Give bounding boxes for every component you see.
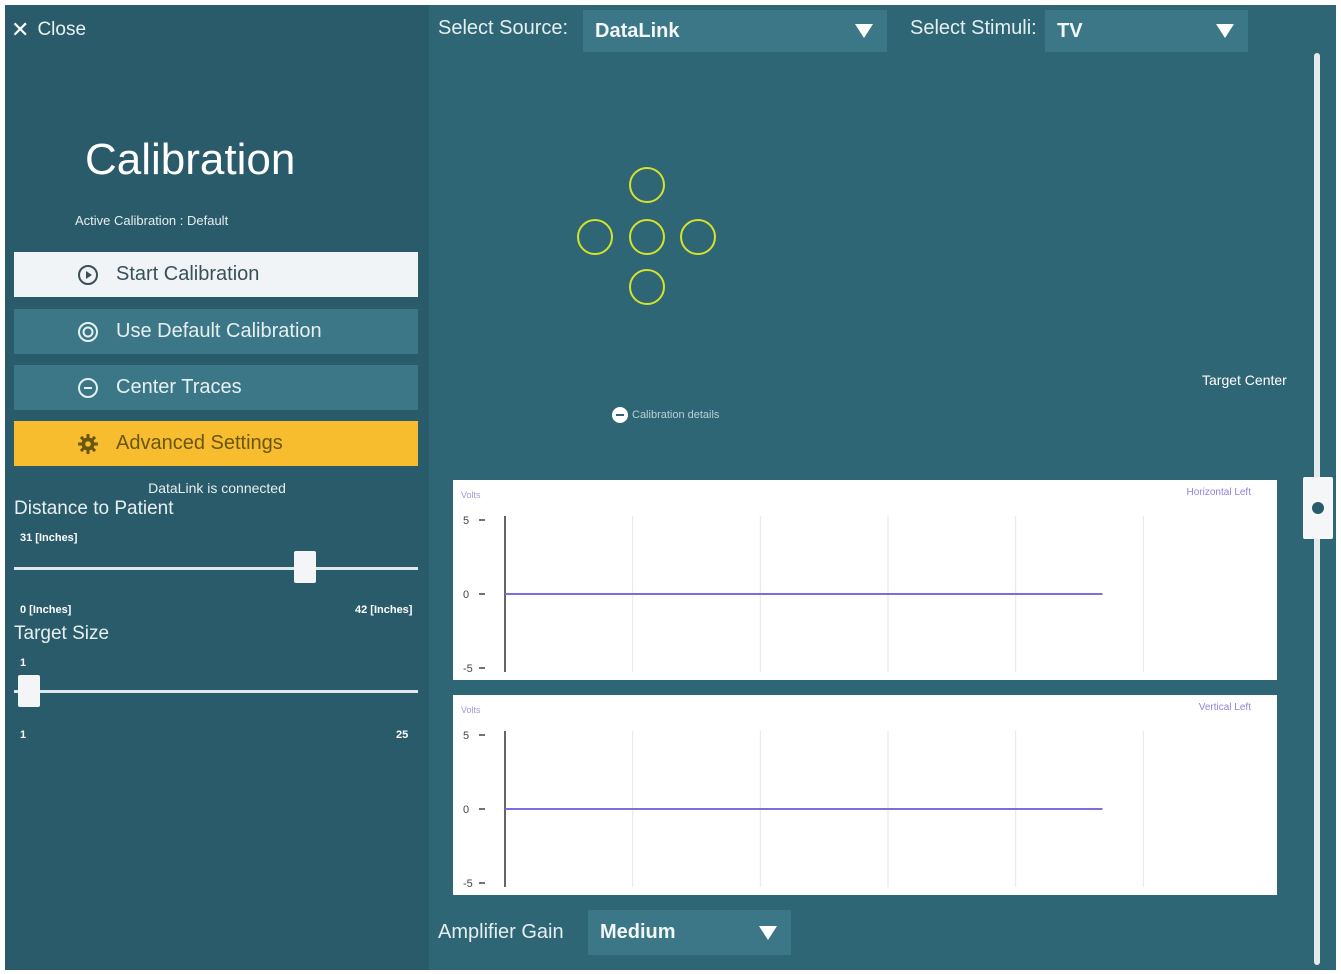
collapse-icon [612, 407, 628, 423]
calibration-panel: ✕ Close Calibration Active Calibration :… [5, 5, 429, 970]
select-stimuli-label: Select Stimuli: [910, 17, 1037, 39]
chart-units-label: Volts [461, 705, 481, 715]
target-center-label: Target Center [1202, 372, 1287, 388]
use-default-calibration-label: Use Default Calibration [116, 320, 322, 342]
horizontal-left-chart: 5 0 -5 Volts Horizontal Left [453, 480, 1277, 680]
amplifier-gain-label: Amplifier Gain [438, 921, 564, 943]
target-size-slider-thumb[interactable] [18, 675, 40, 707]
center-traces-button[interactable]: Center Traces [14, 365, 418, 410]
vertical-scrollbar-thumb[interactable] [1303, 477, 1333, 539]
use-default-calibration-button[interactable]: Use Default Calibration [14, 309, 418, 354]
amplifier-gain-value: Medium [600, 921, 676, 943]
y-tick-label: -5 [463, 878, 473, 890]
advanced-settings-label: Advanced Settings [116, 432, 283, 454]
chart-plot: 5 0 -5 [463, 730, 1144, 890]
connection-status: DataLink is connected [148, 480, 286, 496]
y-tick-label: 5 [463, 730, 469, 742]
chevron-down-icon [855, 24, 873, 38]
close-label: Close [37, 19, 87, 40]
y-tick-label: 0 [463, 589, 469, 601]
chevron-down-icon [759, 925, 777, 940]
start-calibration-label: Start Calibration [116, 263, 260, 285]
target-size-current-value: 1 [20, 657, 27, 669]
calibration-details-label: Calibration details [632, 409, 720, 421]
start-calibration-button[interactable]: Start Calibration [14, 252, 418, 297]
chart-title: Vertical Left [1198, 702, 1251, 713]
chart-title: Horizontal Left [1186, 487, 1251, 498]
scroll-handle-dot [1312, 502, 1324, 514]
y-tick-label: -5 [463, 663, 473, 675]
target-size-max-label: 25 [396, 729, 409, 741]
distance-to-patient-label: Distance to Patient [14, 498, 174, 519]
distance-slider-thumb[interactable] [294, 551, 316, 583]
distance-min-label: 0 [Inches] [20, 604, 72, 616]
page-title: Calibration [85, 135, 296, 184]
active-calibration-text: Active Calibration : Default [75, 213, 229, 228]
distance-slider-track[interactable] [14, 567, 418, 570]
amplifier-gain-dropdown[interactable]: Medium [588, 910, 791, 955]
calibration-target-top [629, 167, 665, 203]
stimuli-dropdown[interactable]: TV [1045, 10, 1248, 52]
chart-plot: 5 0 -5 [463, 515, 1144, 675]
calibration-target-left [577, 219, 613, 255]
y-tick-label: 0 [463, 804, 469, 816]
stimuli-value: TV [1057, 19, 1083, 42]
calibration-target-center [629, 219, 665, 255]
advanced-settings-button[interactable]: Advanced Settings [14, 421, 418, 466]
play-circle-icon [76, 263, 100, 287]
y-tick-label: 5 [463, 515, 469, 527]
chevron-down-icon [1216, 24, 1234, 38]
distance-max-label: 42 [Inches] [355, 604, 413, 616]
chart-units-label: Volts [461, 490, 481, 500]
close-button[interactable]: ✕ Close [11, 17, 86, 43]
calibration-details-toggle[interactable]: Calibration details [612, 407, 719, 423]
target-icon [76, 320, 100, 344]
app-window: ✕ Close Calibration Active Calibration :… [5, 5, 1336, 970]
center-traces-label: Center Traces [116, 376, 242, 398]
calibration-target-right [680, 219, 716, 255]
vertical-left-chart: 5 0 -5 Volts Vertical Left [453, 695, 1277, 895]
source-dropdown[interactable]: DataLink [583, 10, 887, 52]
source-value: DataLink [595, 19, 680, 42]
select-source-label: Select Source: [438, 17, 569, 39]
target-size-label: Target Size [14, 623, 110, 644]
distance-current-value: 31 [Inches] [20, 532, 78, 544]
close-icon: ✕ [11, 17, 30, 42]
center-icon [76, 376, 100, 400]
target-size-slider-track[interactable] [14, 690, 418, 693]
gear-icon [76, 432, 100, 456]
target-size-min-label: 1 [20, 729, 27, 741]
calibration-target-bottom [629, 269, 665, 305]
